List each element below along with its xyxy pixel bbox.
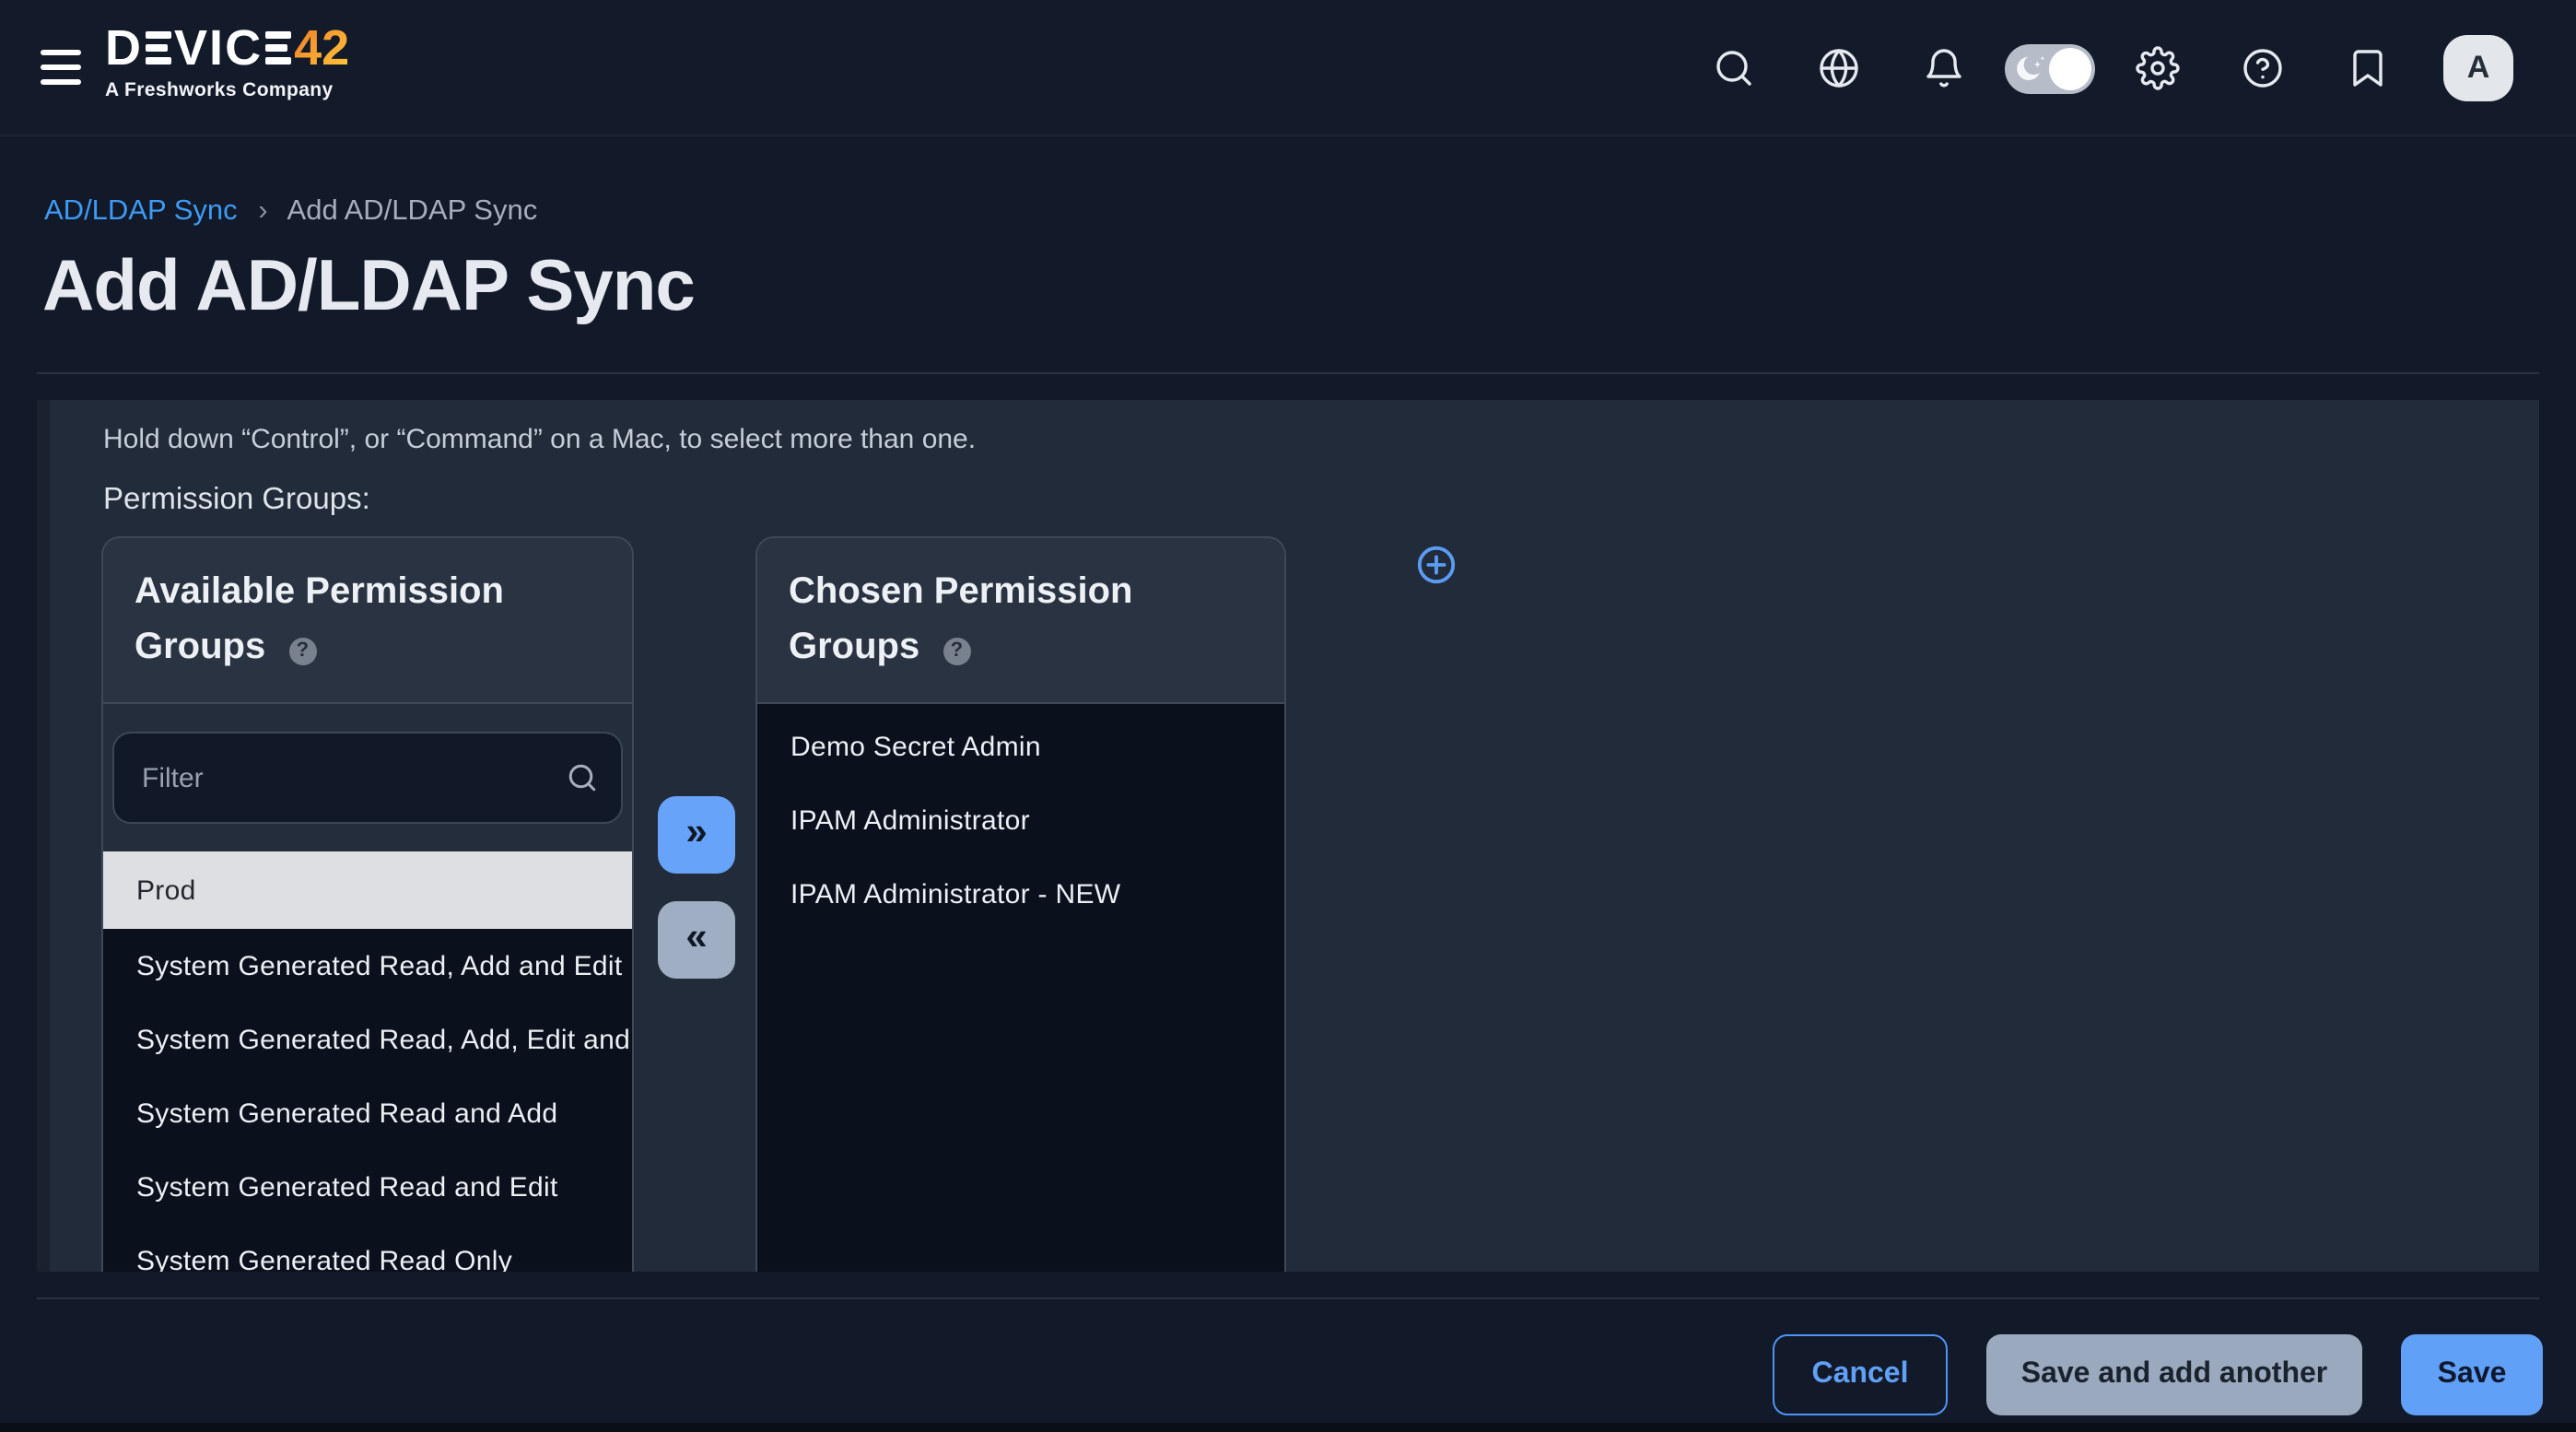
brand-letter: D	[105, 22, 143, 74]
search-icon[interactable]	[1712, 46, 1756, 90]
breadcrumb-separator: ›	[258, 195, 267, 227]
available-card-title: Available Permission Groups	[135, 571, 504, 667]
available-option[interactable]: System Generated Read and Add	[103, 1076, 632, 1150]
divider-bottom	[37, 1297, 2539, 1299]
theme-toggle[interactable]	[2005, 44, 2095, 94]
globe-icon[interactable]	[1817, 46, 1861, 90]
available-option[interactable]: System Generated Read Only	[103, 1224, 632, 1272]
breadcrumb-current: Add AD/LDAP Sync	[287, 195, 538, 227]
settings-gear-icon[interactable]	[2136, 46, 2180, 90]
brand-letter-e-bars	[264, 31, 290, 65]
brand-tagline: A Freshworks Company	[105, 79, 349, 101]
available-card-header: Available Permission Groups ?	[103, 538, 632, 704]
available-help-icon[interactable]: ?	[288, 638, 316, 665]
chosen-help-icon[interactable]: ?	[943, 638, 970, 665]
panel-scrollbar[interactable]	[37, 400, 50, 1272]
moon-icon	[2014, 52, 2049, 87]
top-bar: D V I C 42 A Freshworks Company	[0, 0, 2576, 136]
avatar[interactable]: A	[2443, 35, 2513, 101]
move-to-available-button[interactable]: «	[658, 901, 735, 979]
move-to-chosen-button[interactable]: »	[658, 796, 735, 874]
chosen-permission-groups-card: Chosen Permission Groups ? Demo Secret A…	[755, 536, 1286, 1272]
chosen-option[interactable]: IPAM Administrator	[757, 783, 1284, 857]
bookmark-icon[interactable]	[2346, 46, 2390, 90]
chosen-option[interactable]: IPAM Administrator - NEW	[757, 857, 1284, 931]
cancel-button[interactable]: Cancel	[1773, 1334, 1948, 1415]
chosen-options-list: Demo Secret Admin IPAM Administrator IPA…	[757, 704, 1284, 1272]
save-button[interactable]: Save	[2401, 1334, 2543, 1415]
divider-top	[37, 372, 2539, 374]
app-root: D V I C 42 A Freshworks Company	[0, 0, 2576, 1432]
breadcrumb-link-adldap-sync[interactable]: AD/LDAP Sync	[44, 195, 238, 227]
available-permission-groups-card: Available Permission Groups ? Prod Syste…	[101, 536, 634, 1272]
hamburger-menu-icon[interactable]	[41, 50, 81, 85]
available-filter-block	[103, 704, 632, 851]
available-option[interactable]: System Generated Read, Add, Edit and Del…	[103, 1003, 632, 1076]
add-permission-group-icon[interactable]	[1415, 544, 1458, 586]
avatar-initial: A	[2467, 50, 2490, 87]
brand-accent-42: 42	[294, 22, 349, 74]
filter-search-icon	[566, 761, 599, 794]
available-filter-input[interactable]	[112, 732, 623, 824]
available-options-list: Prod System Generated Read, Add and Edit…	[103, 851, 632, 1272]
brand-letter: C	[225, 22, 263, 74]
form-panel: Hold down “Control”, or “Command” on a M…	[37, 400, 2539, 1272]
brand-letter: I	[209, 22, 225, 74]
save-and-add-another-button[interactable]: Save and add another	[1986, 1334, 2362, 1415]
brand-letter: V	[174, 22, 209, 74]
breadcrumb: AD/LDAP Sync › Add AD/LDAP Sync	[44, 195, 537, 229]
chosen-card-header: Chosen Permission Groups ?	[757, 538, 1284, 704]
window-bottom-edge	[0, 1423, 2576, 1432]
available-option[interactable]: System Generated Read, Add and Edit	[103, 929, 632, 1003]
available-option[interactable]: System Generated Read and Edit	[103, 1150, 632, 1224]
permission-groups-label: Permission Groups:	[103, 483, 370, 518]
notifications-bell-icon[interactable]	[1922, 46, 1966, 90]
brand-letter-e-bars	[145, 31, 170, 65]
brand-logo[interactable]: D V I C 42 A Freshworks Company	[105, 22, 349, 101]
theme-toggle-knob	[2049, 48, 2091, 90]
multiselect-hint: Hold down “Control”, or “Command” on a M…	[103, 424, 976, 455]
chosen-option[interactable]: Demo Secret Admin	[757, 710, 1284, 783]
brand-wordmark: D V I C 42	[105, 22, 349, 74]
available-option-selected[interactable]: Prod	[103, 851, 632, 929]
page-title: Add AD/LDAP Sync	[42, 247, 695, 328]
help-icon[interactable]	[2241, 46, 2285, 90]
